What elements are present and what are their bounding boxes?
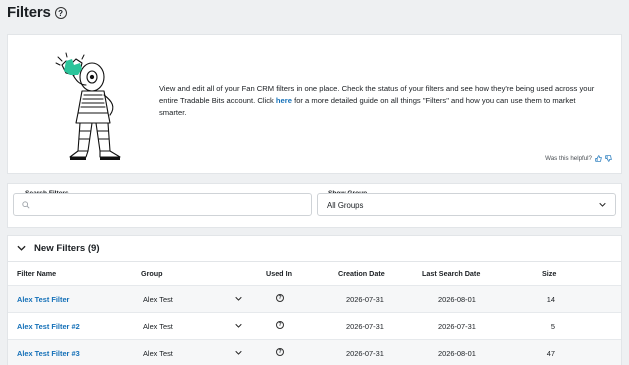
filter-name-link[interactable]: Alex Test Filter #3 [17, 349, 80, 358]
used-in-help-icon[interactable]: ? [276, 294, 284, 302]
chevron-down-icon[interactable] [17, 245, 26, 252]
search-icon [22, 201, 30, 209]
page-title: Filters [7, 4, 51, 21]
table-row[interactable]: Alex Test Filter Alex Test ? 2026-07-31 … [8, 285, 621, 312]
group-value: Alex Test [143, 295, 173, 304]
column-header-size[interactable]: Size [542, 269, 556, 278]
filter-name-link[interactable]: Alex Test Filter [17, 295, 69, 304]
help-icon[interactable]: ? [54, 7, 67, 19]
creation-date: 2026-07-31 [346, 295, 384, 304]
intro-card: View and edit all of your Fan CRM filter… [7, 34, 622, 174]
filter-size: 47 [546, 349, 555, 358]
table-row[interactable]: Alex Test Filter #2 Alex Test ? 2026-07-… [8, 312, 621, 339]
filter-controls: Search Filters Show Group All Groups [7, 183, 622, 228]
intro-description: View and edit all of your Fan CRM filter… [159, 83, 604, 119]
column-header-group[interactable]: Group [141, 269, 163, 278]
search-filters-field[interactable] [13, 193, 312, 216]
reading-person-illustration [55, 52, 121, 160]
group-chevron-down-icon[interactable] [235, 296, 242, 302]
show-group-select[interactable]: All Groups [317, 193, 616, 216]
column-header-last-search-date[interactable]: Last Search Date [422, 269, 480, 278]
creation-date: 2026-07-31 [346, 349, 384, 358]
used-in-help-icon[interactable]: ? [276, 348, 284, 356]
last-search-date: 2026-07-31 [438, 322, 476, 331]
used-in-help-icon[interactable]: ? [276, 321, 284, 329]
filter-size: 14 [546, 295, 555, 304]
section-title: New Filters (9) [34, 243, 100, 254]
column-header-creation-date[interactable]: Creation Date [338, 269, 385, 278]
group-chevron-down-icon[interactable] [235, 323, 242, 329]
section-header[interactable]: New Filters (9) [17, 243, 100, 254]
creation-date: 2026-07-31 [346, 322, 384, 331]
filter-name-link[interactable]: Alex Test Filter #2 [17, 322, 80, 331]
filters-table-card: New Filters (9) Filter Name Group Used I… [7, 235, 622, 365]
column-header-used-in[interactable]: Used In [266, 269, 292, 278]
feedback-bar: Was this helpful? [545, 155, 612, 162]
thumbs-up-icon[interactable] [595, 155, 602, 162]
page-header: Filters ? [7, 4, 67, 21]
group-value: Alex Test [143, 349, 173, 358]
feedback-label: Was this helpful? [545, 155, 592, 162]
show-group-value: All Groups [327, 201, 364, 210]
thumbs-down-icon[interactable] [605, 155, 612, 162]
guide-link[interactable]: here [276, 96, 292, 105]
column-header-filter-name[interactable]: Filter Name [17, 269, 56, 278]
last-search-date: 2026-08-01 [438, 295, 476, 304]
group-chevron-down-icon[interactable] [235, 350, 242, 356]
filter-size: 5 [550, 322, 555, 331]
chevron-down-icon [599, 202, 606, 207]
last-search-date: 2026-08-01 [438, 349, 476, 358]
group-value: Alex Test [143, 322, 173, 331]
divider [8, 261, 621, 262]
search-filters-input[interactable] [32, 198, 302, 212]
table-row[interactable]: Alex Test Filter #3 Alex Test ? 2026-07-… [8, 339, 621, 365]
